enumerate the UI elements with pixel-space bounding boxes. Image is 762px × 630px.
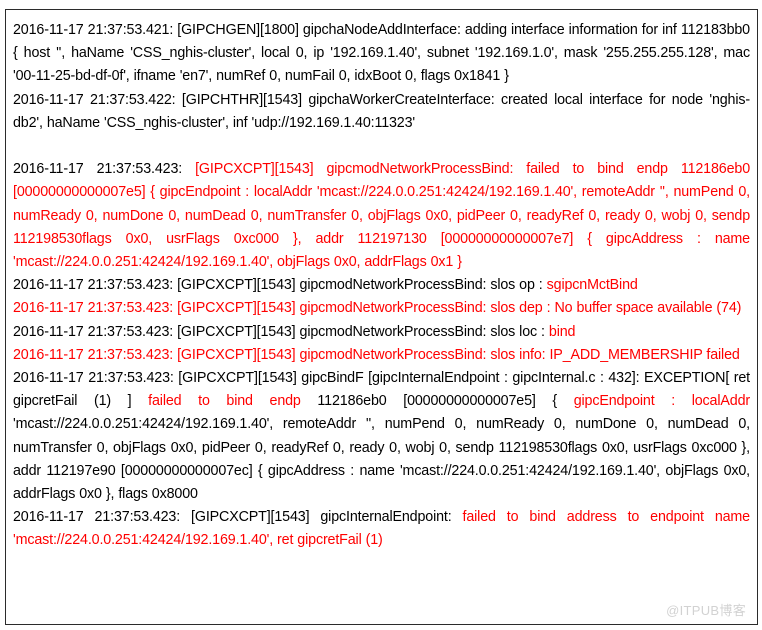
log-normal-text: 2016-11-17 21:37:53.423: [GIPCXCPT][1543… [13,509,463,526]
log-normal-text: 112186eb0 [00000000000007e5] { [317,393,574,410]
log-entry[interactable]: 2016-11-17 21:37:53.423: [GIPCXCPT][1543… [13,297,750,320]
log-error-text: failed to bind endp [148,393,318,410]
log-normal-text: 2016-11-17 21:37:53.423: [GIPCXCPT][1543… [13,277,547,294]
log-blank-line [13,135,750,158]
log-error-text: [GIPCXCPT][1543] gipcmodNetworkProcessBi… [13,161,750,271]
log-entry[interactable]: 2016-11-17 21:37:53.423: [GIPCXCPT][1543… [13,158,750,274]
log-normal-text: 2016-11-17 21:37:53.421: [GIPCHGEN][1800… [13,22,750,85]
log-error-text: 2016-11-17 21:37:53.423: [GIPCXCPT][1543… [13,300,742,317]
log-entry[interactable]: 2016-11-17 21:37:53.422: [GIPCHTHR][1543… [13,89,750,135]
log-entry[interactable]: 2016-11-17 21:37:53.423: [GIPCXCPT][1543… [13,344,750,367]
log-error-text: bind [548,323,576,340]
log-entry[interactable]: 2016-11-17 21:37:53.423: [GIPCXCPT][1543… [13,321,750,344]
log-normal-text: 'mcast://224.0.0.251:42424/192.169.1.40'… [13,416,750,503]
log-normal-text: 2016-11-17 21:37:53.423: [GIPCXCPT][1543… [13,323,549,340]
log-entry-list: 2016-11-17 21:37:53.421: [GIPCHGEN][1800… [13,19,750,553]
log-error-text: sgipcnMctBind [546,277,638,294]
log-error-text: gipcEndpoint : localAddr [573,393,750,410]
log-entry[interactable]: 2016-11-17 21:37:53.423: [GIPCXCPT][1543… [13,274,750,297]
log-entry[interactable]: 2016-11-17 21:37:53.421: [GIPCHGEN][1800… [13,19,750,89]
log-output-pane[interactable]: 2016-11-17 21:37:53.421: [GIPCHGEN][1800… [5,9,758,625]
log-entry[interactable]: 2016-11-17 21:37:53.423: [GIPCXCPT][1543… [13,506,750,552]
log-entry[interactable]: 2016-11-17 21:37:53.423: [GIPCXCPT][1543… [13,367,750,506]
log-normal-text: 2016-11-17 21:37:53.422: [GIPCHTHR][1543… [13,91,750,131]
log-normal-text: 2016-11-17 21:37:53.423: [13,161,196,178]
log-error-text: 2016-11-17 21:37:53.423: [GIPCXCPT][1543… [13,346,740,363]
